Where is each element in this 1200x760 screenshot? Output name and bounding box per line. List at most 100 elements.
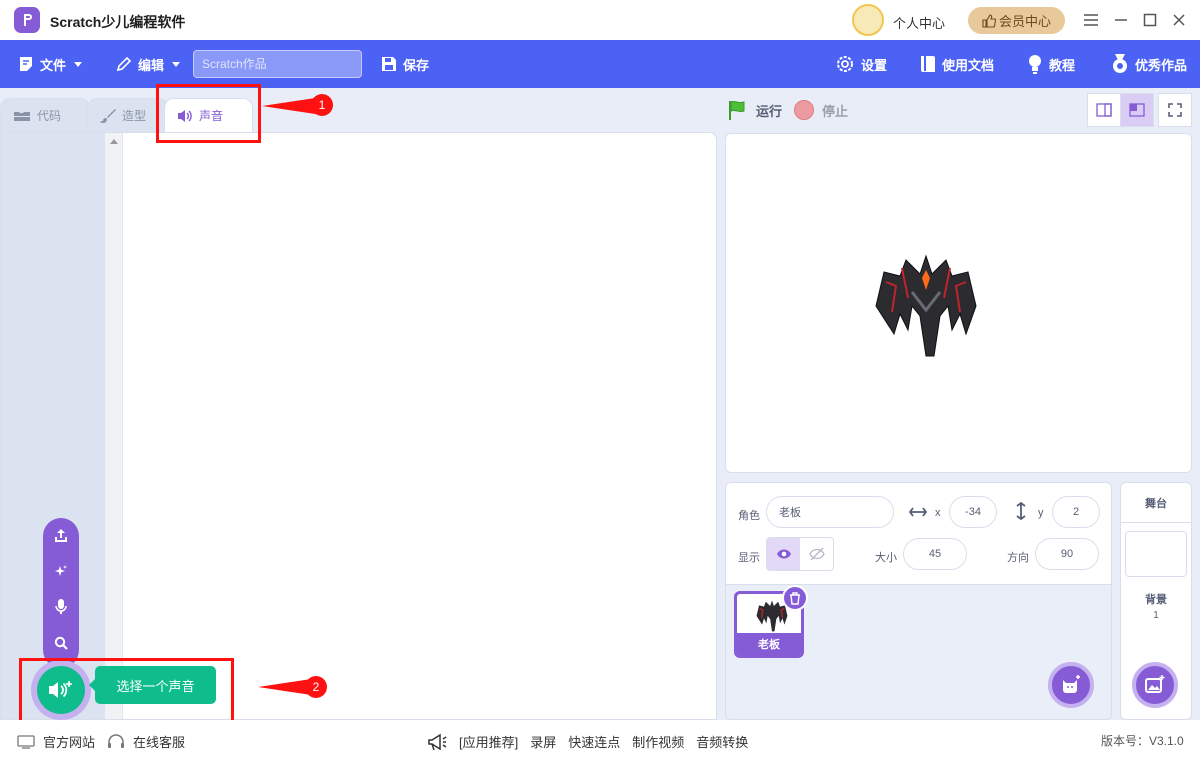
y-label: y [1038,507,1044,519]
tab-costumes-label: 造型 [122,109,147,123]
show-label: 显示 [738,552,760,564]
scroll-up-arrow-icon[interactable] [110,139,118,144]
monitor-icon [17,734,35,749]
fullscreen-icon [1168,103,1182,117]
size-field[interactable]: 45 [903,538,967,570]
stage-title: 舞台 [1121,483,1191,523]
code-blocks-icon [14,111,30,121]
boss-sprite-graphic[interactable] [872,248,980,358]
green-flag-icon [729,100,745,120]
auto-clicker-link[interactable]: 快速连点 [568,732,620,751]
user-avatar[interactable] [852,4,884,36]
eye-off-icon [808,547,825,561]
title-bar: Scratch少儿编程软件 个人中心 会员中心 [0,0,1200,40]
visibility-toggle [766,537,834,571]
show-sprite-button[interactable] [767,538,800,570]
scrollbar[interactable] [105,133,123,719]
add-sprite-button[interactable] [1048,662,1094,708]
file-icon [20,57,32,71]
record-sound-button[interactable] [43,592,79,622]
showcase-button[interactable]: 优秀作品 [1111,40,1187,88]
run-label: 运行 [756,103,783,119]
save-icon [382,57,396,71]
fullscreen-button[interactable] [1158,93,1192,127]
stage-backdrop-panel[interactable]: 舞台 背景 1 [1120,482,1192,720]
stop-icon [794,100,815,120]
settings-button[interactable]: 设置 [835,40,887,88]
x-position-field[interactable]: -34 [949,496,997,528]
pencil-icon [116,56,132,72]
edit-menu-label: 编辑 [138,57,165,73]
screen-record-link[interactable]: 录屏 [530,732,556,751]
menu-bar: 文件 编辑 保存 设置 使用文档 教程 优秀作品 [0,40,1200,88]
hide-sprite-button[interactable] [800,538,833,570]
small-stage-button[interactable] [1087,93,1121,127]
app-logo-icon [14,7,40,33]
stage-canvas[interactable] [725,133,1192,473]
image-add-icon [1145,675,1165,693]
close-icon[interactable] [1169,10,1189,30]
menu-icon[interactable] [1081,10,1101,30]
tutorials-label: 教程 [1049,57,1076,73]
tab-sounds[interactable]: 声音 [164,98,253,132]
annotation-marker-1: 1 [311,94,333,116]
chevron-down-icon [172,61,181,67]
sprite-label: 角色 [738,510,760,522]
minimize-icon[interactable] [1111,10,1131,30]
cat-add-icon [1063,675,1080,693]
sprite-name-field[interactable]: 老板 [766,496,894,528]
maximize-icon[interactable] [1140,10,1160,30]
x-label: x [935,507,941,519]
run-button[interactable]: 运行 [726,99,782,121]
size-label: 大小 [875,552,897,564]
file-menu-label: 文件 [40,57,67,73]
online-service-label: 在线客服 [133,735,186,750]
make-video-link[interactable]: 制作视频 [632,732,684,751]
status-bar: 官方网站 在线客服 [应用推荐] 录屏 快速连点 制作视频 音频转换 版本号：V… [0,720,1200,760]
sprite-thumbnail-name: 老板 [737,633,801,655]
backdrop-label: 背景 [1145,594,1167,606]
eye-icon [776,549,791,559]
upload-sound-button[interactable] [43,520,79,550]
large-stage-icon [1129,103,1145,117]
speaker-icon [178,109,192,122]
vip-center-button[interactable]: 会员中心 [968,7,1065,34]
project-title-input[interactable] [193,50,362,78]
medal-icon [1113,54,1127,73]
search-icon [54,636,68,650]
stop-button[interactable]: 停止 [794,100,848,120]
surprise-sound-button[interactable] [43,556,79,586]
stage-controls: 运行 停止 [726,94,848,126]
sprite-pane: 角色 老板 x -34 y 2 显示 大小 45 方向 90 老板 [725,482,1112,720]
showcase-label: 优秀作品 [1135,57,1188,73]
settings-label: 设置 [861,57,888,73]
search-sound-button[interactable] [43,628,79,658]
thumbs-up-icon [982,13,996,28]
tab-sounds-label: 声音 [199,109,224,123]
online-service-link[interactable]: 在线客服 [107,732,185,751]
work-area: 代码 造型 声音 选择一个声音 运行 停止 角色 老板 x -34 y 2 显示… [0,84,1200,725]
direction-label: 方向 [1007,552,1029,564]
large-stage-button[interactable] [1120,93,1154,127]
add-backdrop-button[interactable] [1132,662,1178,708]
upload-icon [55,529,67,542]
recommend-bar: [应用推荐] 录屏 快速连点 制作视频 音频转换 [427,732,748,751]
microphone-icon [55,599,67,614]
backdrop-thumbnail[interactable] [1125,531,1187,577]
megaphone-icon [428,733,447,750]
docs-button[interactable]: 使用文档 [920,40,994,88]
tab-code[interactable]: 代码 [0,98,90,132]
version-label: 版本号：V3.1.0 [1101,734,1184,748]
delete-sprite-button[interactable] [782,585,808,611]
direction-field[interactable]: 90 [1035,538,1099,570]
official-site-link[interactable]: 官方网站 [17,732,95,751]
file-menu[interactable]: 文件 [18,40,83,88]
y-position-field[interactable]: 2 [1052,496,1100,528]
edit-menu[interactable]: 编辑 [116,40,181,88]
horizontal-arrows-icon [909,507,927,517]
audio-convert-link[interactable]: 音频转换 [696,732,748,751]
trash-icon [790,591,800,605]
save-button[interactable]: 保存 [381,40,429,88]
user-center-link[interactable]: 个人中心 [893,13,945,32]
tutorials-button[interactable]: 教程 [1027,40,1075,88]
